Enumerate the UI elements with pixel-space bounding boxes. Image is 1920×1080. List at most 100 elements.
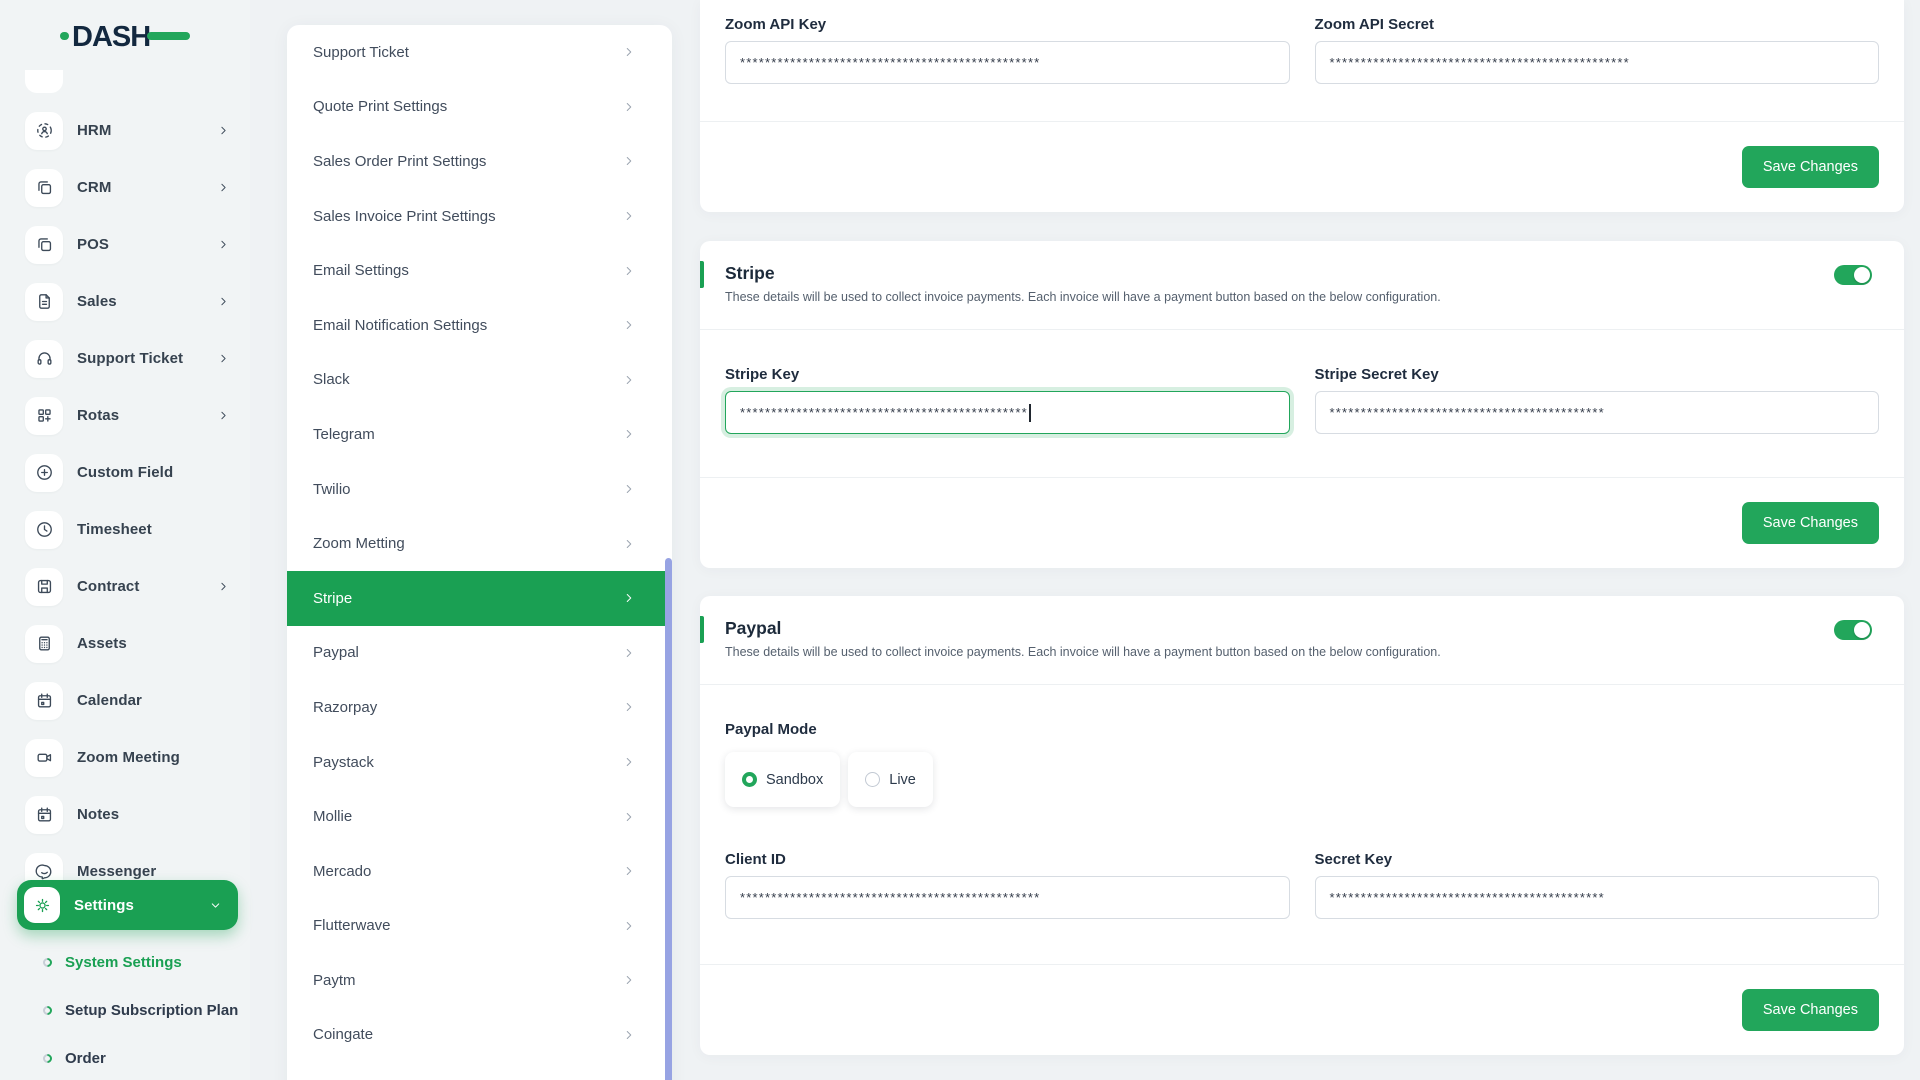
settings-nav-item[interactable]: Support Ticket [287,25,672,80]
settings-nav-item[interactable]: Mercado [287,844,672,899]
sidebar-item-label: HRM [77,122,112,139]
chevron-right-icon [622,45,636,59]
settings-submenu-label: Order [65,1049,106,1067]
settings-nav-item[interactable]: Telegram [287,407,672,462]
sidebar-item-label: Zoom Meeting [77,749,180,766]
settings-nav-item[interactable]: Slack [287,353,672,408]
sidebar-item[interactable]: Rotas [0,387,250,444]
paypal-mode-option[interactable]: Sandbox [725,752,841,807]
settings-nav-item[interactable]: Twilio [287,462,672,517]
settings-nav-item[interactable]: Sales Invoice Print Settings [287,189,672,244]
stripe-key-label: Stripe Key [725,366,800,383]
chevron-right-icon [217,124,230,137]
zoom-api-key-input[interactable]: ****************************************… [725,41,1290,84]
panel-scrollbar-thumb[interactable] [665,558,672,1080]
radio-icon [742,772,757,787]
settings-submenu-item[interactable]: Order [0,1034,250,1080]
sidebar-item-settings[interactable]: Settings [17,880,238,930]
settings-nav-item[interactable]: Paypal [287,626,672,681]
brand-logo[interactable]: DASH [60,18,190,59]
settings-nav-item[interactable]: Mollie [287,789,672,844]
chevron-right-icon [622,318,636,332]
hrm-icon [25,111,63,150]
zoom-api-secret-label: Zoom API Secret [1314,16,1434,33]
chevron-right-icon [622,700,636,714]
settings-nav-item-label: Sales Invoice Print Settings [313,207,496,225]
settings-nav-item[interactable]: Coingate [287,1008,672,1063]
sidebar-item-label: Rotas [77,407,120,424]
settings-nav-item-label: Razorpay [313,698,378,716]
stripe-key-input[interactable]: ****************************************… [725,391,1290,434]
chevron-right-icon [217,352,230,365]
settings-nav-panel: Support Ticket Quote Print Settings Sale… [287,25,672,1080]
sidebar-item[interactable]: Assets [0,615,250,672]
stripe-secret-key-input[interactable]: ****************************************… [1314,391,1879,434]
settings-nav-item[interactable]: Stripe [287,570,672,626]
secret-key-input[interactable]: ****************************************… [1314,876,1879,919]
settings-nav-item[interactable]: Zoom Metting [287,516,672,571]
sidebar-item[interactable]: Timesheet [0,501,250,558]
settings-submenu-label: System Settings [65,953,182,971]
calendar-icon [25,681,63,720]
sidebar-item[interactable]: Contract [0,558,250,615]
sidebar-item-label: CRM [77,179,112,196]
settings-nav-item-label: Flutterwave [313,917,391,935]
gear-icon [24,887,60,923]
paypal-enabled-toggle[interactable] [1834,620,1872,640]
sidebar-item[interactable]: Sales [0,273,250,330]
assets-icon [25,624,63,663]
sidebar-item[interactable]: POS [0,216,250,273]
settings-nav-item[interactable]: Razorpay [287,680,672,735]
sidebar-item[interactable]: Zoom Meeting [0,729,250,786]
settings-nav-item[interactable]: Skrill [287,1062,672,1080]
settings-nav-item-label: Twilio [313,480,351,498]
paypal-client-id-field-group: Client ID ******************************… [725,851,1290,919]
stripe-card-description: These details will be used to collect in… [725,290,1441,304]
chevron-right-icon [622,755,636,769]
settings-submenu-item[interactable]: System Settings [0,938,250,986]
zoom-api-secret-value: ****************************************… [1329,55,1630,70]
sidebar-item[interactable]: HRM [0,102,250,159]
paypal-mode-options: Sandbox Live [725,752,1879,807]
sidebar-item[interactable]: Custom Field [0,444,250,501]
stripe-enabled-toggle[interactable] [1834,265,1872,285]
paypal-mode-option-label: Sandbox [766,771,824,788]
save-changes-button[interactable]: Save Changes [1741,989,1879,1031]
zoom-api-secret-input[interactable]: ****************************************… [1314,41,1879,84]
sidebar-item[interactable]: Notes [0,786,250,843]
settings-nav-item[interactable]: Quote Print Settings [287,80,672,135]
chevron-right-icon [622,973,636,987]
sidebar-item-partial[interactable] [25,70,63,93]
chevron-right-icon [217,409,230,422]
sidebar-item[interactable]: CRM [0,159,250,216]
settings-nav-item[interactable]: Flutterwave [287,899,672,954]
client-id-input[interactable]: ****************************************… [725,876,1290,919]
settings-nav-item[interactable]: Paystack [287,735,672,790]
settings-submenu-item[interactable]: Setup Subscription Plan [0,986,250,1034]
sidebar-item[interactable]: Calendar [0,672,250,729]
sidebar-nav: HRM CRM POS Sales Support Ticket Rotas C… [0,102,250,900]
settings-nav-item[interactable]: Email Notification Settings [287,298,672,353]
settings-nav-item-label: Paystack [313,753,374,771]
chevron-right-icon [622,100,636,114]
settings-nav-item-label: Stripe [313,589,353,607]
paypal-secret-key-field-group: Secret Key *****************************… [1314,851,1879,919]
chevron-right-icon [622,810,636,824]
settings-nav-item-label: Sales Order Print Settings [313,152,487,170]
bullet-icon [41,1051,54,1065]
chevron-right-icon [622,209,636,223]
paypal-mode-option[interactable]: Live [848,752,933,807]
save-changes-button[interactable]: Save Changes [1741,502,1879,544]
sidebar-item-label: Calendar [77,692,142,709]
settings-nav-item[interactable]: Email Settings [287,243,672,298]
settings-nav-item[interactable]: Sales Order Print Settings [287,134,672,189]
chevron-right-icon [622,264,636,278]
settings-nav-item[interactable]: Paytm [287,953,672,1008]
sidebar-item[interactable]: Support Ticket [0,330,250,387]
main-content: Zoom API Key ***************************… [700,0,1904,1055]
chevron-right-icon [622,537,636,551]
card-accent-bar [700,261,704,288]
zoom-api-key-value: ****************************************… [740,55,1041,70]
save-changes-button[interactable]: Save Changes [1741,146,1879,188]
stripe-secret-key-value: ****************************************… [1329,405,1605,420]
